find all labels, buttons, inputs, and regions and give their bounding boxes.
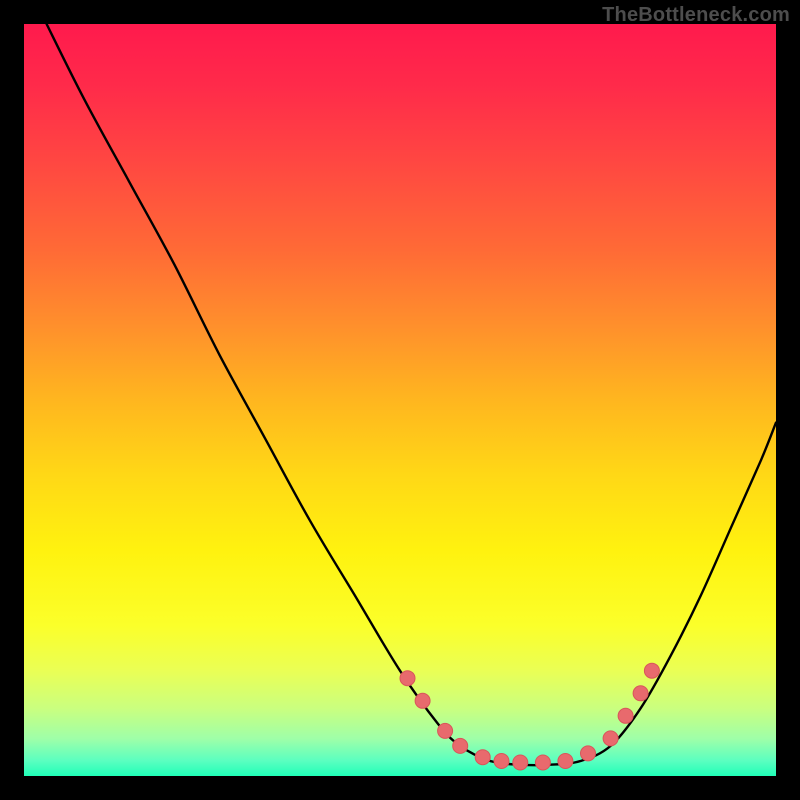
- marker-dot: [644, 663, 659, 678]
- marker-dot: [475, 750, 490, 765]
- marker-dot: [535, 755, 550, 770]
- chart-frame: TheBottleneck.com: [0, 0, 800, 800]
- bottleneck-curve: [47, 24, 776, 765]
- highlight-markers: [400, 663, 659, 770]
- watermark-text: TheBottleneck.com: [602, 4, 790, 27]
- marker-dot: [438, 723, 453, 738]
- marker-dot: [558, 754, 573, 769]
- marker-dot: [633, 686, 648, 701]
- marker-dot: [581, 746, 596, 761]
- marker-dot: [415, 693, 430, 708]
- marker-dot: [618, 708, 633, 723]
- curve-layer: [24, 24, 776, 776]
- marker-dot: [400, 671, 415, 686]
- marker-dot: [453, 738, 468, 753]
- marker-dot: [494, 754, 509, 769]
- marker-dot: [513, 755, 528, 770]
- plot-area: [24, 24, 776, 776]
- marker-dot: [603, 731, 618, 746]
